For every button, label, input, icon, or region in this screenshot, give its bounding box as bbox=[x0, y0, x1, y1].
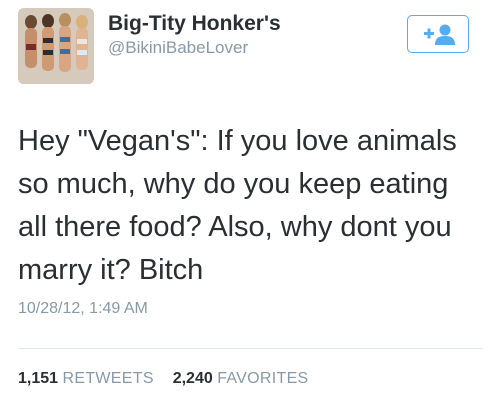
tweet-text-line: all there food? Also, why dont you bbox=[18, 211, 452, 243]
avatar[interactable] bbox=[18, 8, 94, 84]
tweet-timestamp[interactable]: 10/28/12, 1:49 AM bbox=[18, 300, 148, 318]
tweet-card: Big-Tity Honker's @BikiniBabeLover Hey "… bbox=[0, 0, 500, 413]
favorites-count[interactable]: 2,240 bbox=[173, 370, 213, 387]
tweet-text-line: marry it? Bitch bbox=[18, 254, 204, 286]
tweet-text-line: Hey "Vegan's": If you love animals bbox=[18, 125, 457, 157]
tweet-stats: 1,151 RETWEETS 2,240 FAVORITES bbox=[18, 370, 309, 388]
tweet-text: Hey "Vegan's": If you love animals so mu… bbox=[18, 120, 488, 292]
retweets-count[interactable]: 1,151 bbox=[18, 370, 58, 387]
follow-user-icon bbox=[424, 24, 455, 45]
divider bbox=[18, 348, 482, 349]
avatar-photo-icon bbox=[18, 8, 94, 84]
follow-button[interactable] bbox=[407, 15, 469, 53]
retweets-label[interactable]: RETWEETS bbox=[63, 370, 154, 387]
favorites-label[interactable]: FAVORITES bbox=[217, 370, 308, 387]
display-name[interactable]: Big-Tity Honker's bbox=[108, 12, 281, 36]
tweet-text-line: so much, why do you keep eating bbox=[18, 168, 449, 200]
screen-name[interactable]: @BikiniBabeLover bbox=[108, 38, 248, 58]
